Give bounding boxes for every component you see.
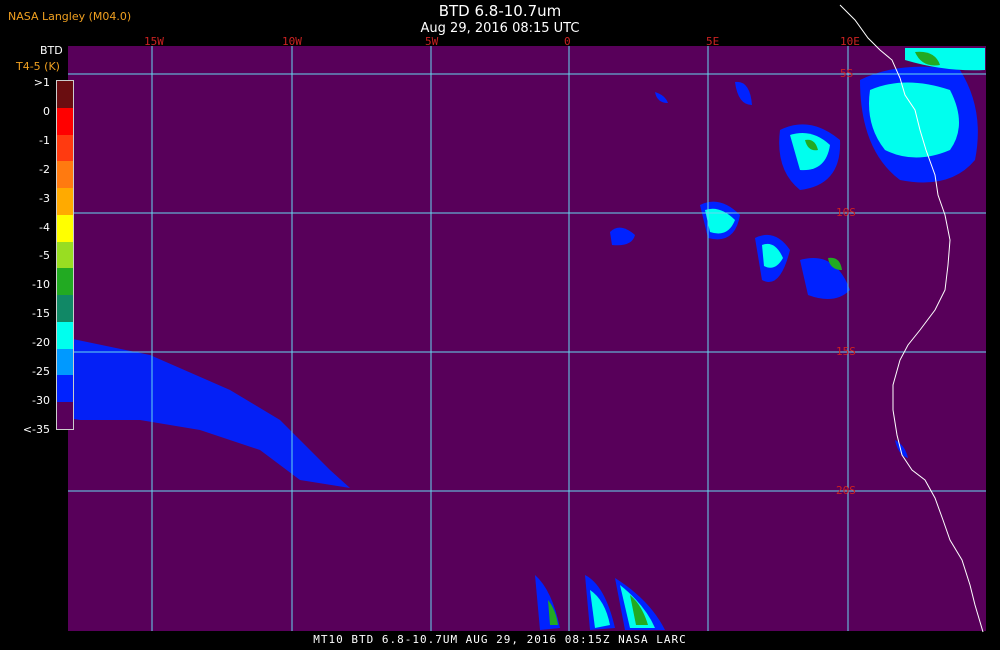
legend-label: -15 [32, 307, 50, 321]
legend-swatch [57, 134, 73, 162]
legend-label: 0 [43, 104, 50, 118]
legend-swatch [57, 214, 73, 243]
legend-swatch [57, 107, 73, 136]
satellite-map [68, 4, 986, 633]
lat-label-5s: 5S [840, 67, 854, 80]
lat-label-10s: 10S [836, 206, 856, 219]
lat-label-15s: 15S [836, 345, 856, 358]
legend-swatch [57, 375, 73, 403]
legend-swatch [57, 295, 73, 323]
lon-label-5e: 5E [706, 35, 720, 48]
legend-label: -20 [32, 336, 50, 350]
footer-caption: MT10 BTD 6.8-10.7UM AUG 29, 2016 08:15Z … [313, 633, 687, 646]
legend-swatch [57, 321, 73, 350]
legend-label: -5 [39, 249, 50, 263]
legend-title: BTD [40, 44, 63, 57]
lon-label-15w: 15W [144, 35, 164, 48]
legend-swatch [57, 268, 73, 296]
legend-swatch [57, 188, 73, 216]
legend-label: >1 [33, 76, 50, 89]
lon-label-5w: 5W [425, 35, 439, 48]
lon-label-0: 0 [564, 35, 571, 48]
legend-label: -2 [39, 162, 50, 176]
legend-swatch [57, 241, 73, 269]
lon-label-10e: 10E [840, 35, 860, 48]
legend-label: -25 [32, 365, 50, 378]
legend-label: -3 [39, 191, 50, 205]
legend-swatch [57, 402, 73, 430]
legend-label: <-35 [22, 422, 50, 436]
legend-label: -10 [32, 278, 50, 292]
legend-units: T4-5 (K) [16, 60, 60, 73]
lat-label-20s: 20S [836, 484, 856, 497]
lon-label-10w: 10W [282, 35, 302, 48]
legend-swatch [57, 81, 73, 109]
legend-label: -1 [39, 133, 50, 147]
legend-swatch [57, 161, 73, 189]
legend-colorbar [56, 80, 74, 430]
legend-label: -30 [32, 393, 50, 407]
legend-label: -4 [39, 220, 50, 234]
legend-swatch [57, 348, 73, 376]
